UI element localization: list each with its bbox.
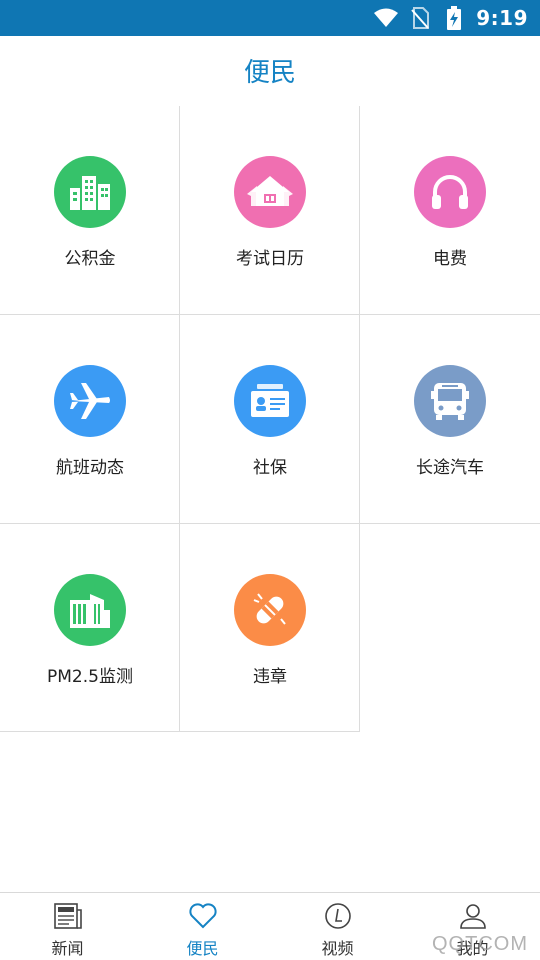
bandage-icon <box>234 574 306 646</box>
service-social-security[interactable]: 社保 <box>180 315 360 523</box>
service-long-distance-bus[interactable]: 长途汽车 <box>360 315 540 523</box>
page-header: 便民 <box>0 36 540 104</box>
nav-label: 视频 <box>321 939 354 958</box>
airplane-icon <box>54 365 126 437</box>
watermark: QQTCOM <box>432 933 528 955</box>
newspaper-icon <box>53 901 83 931</box>
page-title: 便民 <box>243 57 296 88</box>
service-housing-fund[interactable]: 公积金 <box>0 106 180 314</box>
buildings-icon <box>54 156 126 228</box>
status-time: 9:19 <box>476 6 528 30</box>
service-label: 公积金 <box>64 249 116 269</box>
nav-label: 便民 <box>186 939 219 958</box>
nav-tab-video[interactable]: 视频 <box>270 893 405 960</box>
service-label: 长途汽车 <box>416 458 484 478</box>
user-icon <box>458 901 488 931</box>
service-label: PM2.5监测 <box>47 667 133 687</box>
nav-tab-convenience[interactable]: 便民 <box>135 893 270 960</box>
nav-tab-news[interactable]: 新闻 <box>0 893 135 960</box>
service-pm25-monitor[interactable]: PM2.5监测 <box>0 524 180 732</box>
service-label: 考试日历 <box>236 249 304 269</box>
service-label: 违章 <box>253 667 287 687</box>
play-circle-icon <box>323 901 353 931</box>
service-label: 航班动态 <box>56 458 124 478</box>
status-bar: 9:19 <box>0 0 540 36</box>
battery-charging-icon <box>442 6 466 30</box>
service-exam-calendar[interactable]: 考试日历 <box>180 106 360 314</box>
heart-icon <box>188 901 218 931</box>
service-label: 社保 <box>253 458 287 478</box>
no-sim-icon <box>408 6 432 30</box>
bus-icon <box>414 365 486 437</box>
headphones-icon <box>414 156 486 228</box>
service-flight-status[interactable]: 航班动态 <box>0 315 180 523</box>
id-card-icon <box>234 365 306 437</box>
service-traffic-violation[interactable]: 违章 <box>180 524 360 732</box>
service-label: 电费 <box>433 249 467 269</box>
service-grid: 公积金 考试日历 电费 航班动态 社保 长途汽车 PM2.5监测 违章 <box>0 106 540 732</box>
wifi-icon <box>374 6 399 30</box>
nav-label: 新闻 <box>51 939 84 958</box>
house-calendar-icon <box>234 156 306 228</box>
service-electricity[interactable]: 电费 <box>360 106 540 314</box>
office-building-icon <box>54 574 126 646</box>
